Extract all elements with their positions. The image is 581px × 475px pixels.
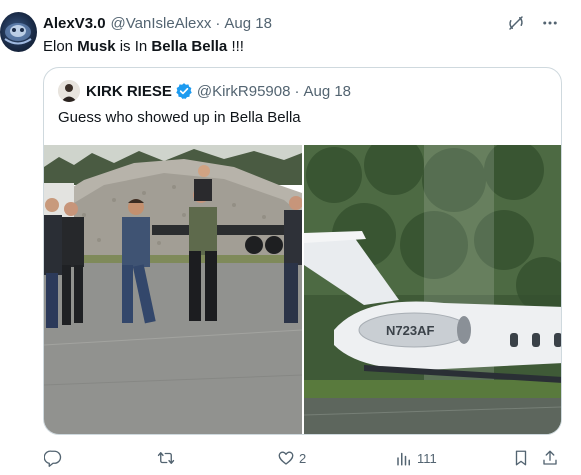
separator-dot: ·	[215, 14, 221, 32]
verified-badge-icon	[175, 82, 193, 100]
quoted-author-name[interactable]: KIRK RIESE	[86, 83, 172, 100]
like-button[interactable]: 2	[277, 447, 306, 469]
like-count: 2	[299, 450, 307, 466]
views-button[interactable]: 111	[395, 447, 437, 469]
quoted-author-handle[interactable]: @KirkR95908	[197, 83, 291, 100]
bookmark-icon	[515, 450, 527, 466]
quoted-tweet-date[interactable]: Aug 18	[303, 83, 351, 100]
author-handle[interactable]: @VanIsleAlexx	[111, 15, 212, 32]
reply-button[interactable]	[44, 447, 66, 469]
photo-people-on-tarmac[interactable]	[44, 145, 302, 434]
tweet-header: AlexV3.0 @VanIsleAlexx · Aug 18	[43, 13, 272, 33]
tweet-actions-bar: 2 111	[44, 447, 564, 469]
quoted-tweet-text: Guess who showed up in Bella Bella	[58, 109, 301, 126]
more-options-icon[interactable]	[539, 12, 561, 34]
retweet-icon	[157, 452, 175, 464]
share-button[interactable]	[541, 447, 559, 469]
quoted-tweet-media: N723AF	[44, 145, 561, 434]
tweet: AlexV3.0 @VanIsleAlexx · Aug 18 Elon Mus…	[0, 0, 581, 475]
author-name[interactable]: AlexV3.0	[43, 15, 106, 32]
quoted-tweet[interactable]: KIRK RIESE @KirkR95908 · Aug 18 Guess wh…	[43, 67, 562, 435]
grok-icon[interactable]	[505, 12, 527, 34]
views-icon	[397, 452, 410, 466]
separator-dot: ·	[294, 82, 300, 100]
tweet-top-actions	[505, 12, 561, 34]
author-avatar[interactable]	[0, 12, 37, 52]
tweet-text-part: is In	[115, 38, 152, 55]
quoted-tweet-header: KIRK RIESE @KirkR95908 · Aug 18	[58, 80, 351, 102]
tweet-text-bold: Musk	[77, 38, 116, 55]
tweet-text-part: !!!	[227, 38, 244, 55]
share-icon	[543, 450, 557, 465]
tweet-text-bold: Bella Bella	[151, 38, 228, 55]
tail-number: N723AF	[386, 323, 434, 338]
reply-icon	[44, 450, 62, 467]
retweet-button[interactable]	[157, 447, 179, 469]
tweet-date[interactable]: Aug 18	[224, 15, 272, 32]
tweet-text: Elon Musk is In Bella Bella !!!	[43, 37, 244, 57]
quoted-author-avatar[interactable]	[58, 80, 80, 102]
photo-private-jet[interactable]: N723AF	[304, 145, 561, 434]
heart-icon	[278, 451, 294, 465]
views-count: 111	[417, 450, 437, 466]
tweet-text-part: Elon	[43, 38, 78, 55]
bookmark-button[interactable]	[512, 447, 530, 469]
